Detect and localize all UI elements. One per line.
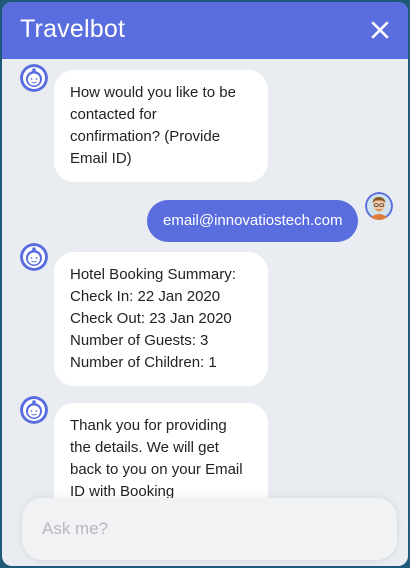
- message-line: Number of Guests: 3: [70, 332, 209, 349]
- chat-title: Travelbot: [20, 15, 126, 43]
- user-message-bubble: email@innovatiostech.com: [147, 200, 359, 242]
- bot-message-bubble: Thank you for providing the details. We …: [54, 403, 268, 499]
- chat-header: Travelbot: [2, 2, 408, 59]
- bot-avatar-icon: [20, 64, 48, 92]
- message-input-box: [22, 498, 397, 560]
- message-line: confirmation? (Provide: [70, 128, 221, 145]
- bot-avatar-icon: [20, 396, 48, 424]
- message-line: back to you on your Email: [70, 461, 243, 478]
- message-line: Check Out: 23 Jan 2020: [70, 310, 232, 327]
- message-line: Thank you for providing: [70, 417, 227, 434]
- user-avatar-icon: [365, 192, 393, 220]
- message-line: Number of Children: 1: [70, 354, 217, 371]
- bot-message-bubble: How would you like to be contacted for c…: [54, 70, 268, 182]
- user-message-text: email@innovatiostech.com: [163, 212, 343, 229]
- message-line: How would you like to be: [70, 84, 236, 101]
- message-list[interactable]: How would you like to be contacted for c…: [2, 59, 408, 499]
- message-input[interactable]: [22, 498, 397, 560]
- message-line: Check In: 22 Jan 2020: [70, 288, 221, 305]
- chat-window: Travelbot How would you like to be conta…: [2, 2, 408, 566]
- bot-message-bubble: Hotel Booking Summary: Check In: 22 Jan …: [54, 252, 268, 386]
- message-line: the details. We will get: [70, 439, 219, 456]
- message-line: ID with Booking: [70, 483, 175, 499]
- message-line: Hotel Booking Summary:: [70, 266, 236, 283]
- bot-avatar-icon: [20, 243, 48, 271]
- message-line: Email ID): [70, 150, 132, 167]
- message-line: contacted for: [70, 106, 157, 123]
- close-icon[interactable]: [370, 20, 390, 40]
